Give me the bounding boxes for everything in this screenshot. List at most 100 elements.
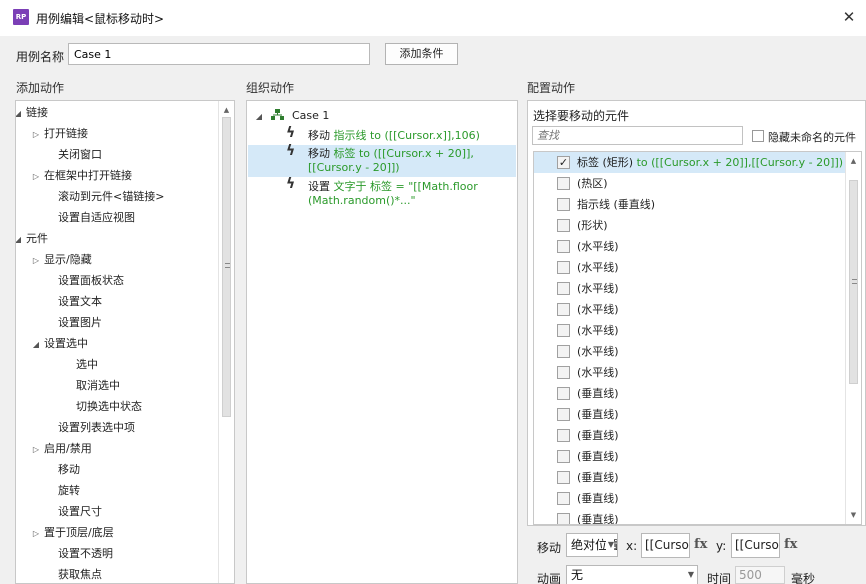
widget-list: ✓ 标签 (矩形) to ([[Cursor.x + 20]],[[Cursor.… xyxy=(533,151,862,525)
widget-checkbox[interactable] xyxy=(557,219,570,232)
hide-unnamed-checkbox[interactable] xyxy=(752,130,764,142)
expand-triangle-icon[interactable]: ▷ xyxy=(28,250,44,271)
tree-item[interactable]: ▷ 打开链接 xyxy=(28,123,88,144)
tree-item[interactable]: 设置不透明 xyxy=(58,543,113,564)
widget-checkbox[interactable] xyxy=(557,177,570,190)
widget-row[interactable]: (垂直线) xyxy=(534,425,845,446)
widget-checkbox[interactable] xyxy=(557,303,570,316)
widget-label: (垂直线) xyxy=(577,492,619,505)
scroll-up-icon[interactable]: ▲ xyxy=(846,154,861,168)
scrollbar-thumb[interactable] xyxy=(222,117,231,417)
move-mode-dropdown[interactable]: 绝对位置 ▼ xyxy=(566,533,618,557)
widget-checkbox[interactable] xyxy=(557,429,570,442)
tree-item[interactable]: ◢ 设置选中 xyxy=(28,333,88,354)
tree-item[interactable]: 切换选中状态 xyxy=(76,396,142,417)
action-item[interactable]: ϟ 设置 文字于 标签 = "[[Math.floor (Math.random(… xyxy=(248,177,516,210)
widget-row[interactable]: (垂直线) xyxy=(534,467,845,488)
widget-row[interactable]: (水平线) xyxy=(534,341,845,362)
widget-label: (水平线) xyxy=(577,303,619,316)
widget-row[interactable]: (水平线) xyxy=(534,362,845,383)
tree-item[interactable]: 设置图片 xyxy=(58,312,102,333)
axure-app-icon: RP xyxy=(13,9,29,25)
case-name-input[interactable] xyxy=(68,43,370,65)
tree-item-label: 设置选中 xyxy=(44,337,88,350)
widget-checkbox[interactable] xyxy=(557,450,570,463)
widget-checkbox[interactable] xyxy=(557,261,570,274)
tree-item[interactable]: 设置尺寸 xyxy=(58,501,102,522)
action-item[interactable]: ϟ 移动 指示线 to ([[Cursor.x]],106) xyxy=(248,126,516,143)
widget-row[interactable]: (垂直线) xyxy=(534,488,845,509)
expand-triangle-icon[interactable]: ▷ xyxy=(28,523,44,544)
widget-row[interactable]: 指示线 (垂直线) xyxy=(534,194,845,215)
widget-checkbox[interactable] xyxy=(557,345,570,358)
tree-item[interactable]: 关闭窗口 xyxy=(58,144,102,165)
tree-item[interactable]: 取消选中 xyxy=(76,375,120,396)
time-input[interactable]: 500 xyxy=(735,566,785,584)
widget-row[interactable]: (垂直线) xyxy=(534,446,845,467)
y-fx-button[interactable]: fx xyxy=(784,537,797,552)
tree-item[interactable]: 选中 xyxy=(76,354,98,375)
action-detail: 标签 to ([[Cursor.x + 20]],[[Cursor.y - 20… xyxy=(308,147,474,174)
tree-item[interactable]: ▷ 启用/禁用 xyxy=(28,438,92,459)
widget-checkbox[interactable] xyxy=(557,282,570,295)
widget-list-scrollbar[interactable]: ▲ ▼ xyxy=(845,152,861,524)
add-condition-button[interactable]: 添加条件 xyxy=(385,43,458,65)
tree-item[interactable]: ▷ 在框架中打开链接 xyxy=(28,165,132,186)
widget-row[interactable]: (水平线) xyxy=(534,257,845,278)
widget-checkbox[interactable] xyxy=(557,366,570,379)
scrollbar-thumb[interactable] xyxy=(849,180,858,384)
collapse-triangle-icon[interactable]: ◢ xyxy=(16,103,26,124)
collapse-triangle-icon[interactable]: ◢ xyxy=(251,108,267,126)
tree-item[interactable]: 获取焦点 xyxy=(58,564,102,583)
widget-checkbox[interactable] xyxy=(557,492,570,505)
left-scrollbar[interactable]: ▲ xyxy=(218,101,234,583)
scroll-up-icon[interactable]: ▲ xyxy=(219,103,234,117)
widget-row[interactable]: (热区) xyxy=(534,173,845,194)
tree-item[interactable]: ▷ 置于顶层/底层 xyxy=(28,522,114,543)
expand-triangle-icon[interactable]: ▷ xyxy=(28,439,44,460)
widget-row[interactable]: (垂直线) xyxy=(534,404,845,425)
widget-checkbox[interactable] xyxy=(557,198,570,211)
tree-item[interactable]: 旋转 xyxy=(58,480,80,501)
widget-checkbox[interactable] xyxy=(557,513,570,524)
close-icon[interactable]: ✕ xyxy=(836,4,862,30)
tree-item[interactable]: 移动 xyxy=(58,459,80,480)
y-input[interactable]: [[Cursor.y - 20]] xyxy=(731,533,780,558)
widget-row[interactable]: (垂直线) xyxy=(534,383,845,404)
widget-row[interactable]: (水平线) xyxy=(534,299,845,320)
widget-row[interactable]: (形状) xyxy=(534,215,845,236)
tree-item-label: 旋转 xyxy=(58,484,80,497)
widget-checkbox[interactable] xyxy=(557,387,570,400)
widget-checkbox[interactable] xyxy=(557,240,570,253)
widget-row[interactable]: (水平线) xyxy=(534,320,845,341)
expand-triangle-icon[interactable]: ▷ xyxy=(28,166,44,187)
x-input[interactable]: [[Cursor.x + 20]] xyxy=(641,533,690,558)
widget-row[interactable]: ✓ 标签 (矩形) to ([[Cursor.x + 20]],[[Cursor.… xyxy=(534,152,845,173)
tree-item[interactable]: 设置文本 xyxy=(58,291,102,312)
tree-item[interactable]: ▷ 显示/隐藏 xyxy=(28,249,92,270)
tree-item[interactable]: 设置面板状态 xyxy=(58,270,124,291)
expand-triangle-icon[interactable]: ▷ xyxy=(28,124,44,145)
animate-dropdown[interactable]: 无 ▼ xyxy=(566,565,698,584)
widget-checkbox[interactable] xyxy=(557,408,570,421)
widget-row[interactable]: (水平线) xyxy=(534,278,845,299)
collapse-triangle-icon[interactable]: ◢ xyxy=(16,229,26,250)
widget-row[interactable]: (水平线) xyxy=(534,236,845,257)
widget-checkbox[interactable] xyxy=(557,471,570,484)
search-input[interactable] xyxy=(532,126,743,145)
action-item[interactable]: ϟ 移动 标签 to ([[Cursor.x + 20]],[[Cursor.y … xyxy=(248,144,516,177)
tree-item[interactable]: 滚动到元件<锚链接> xyxy=(58,186,164,207)
tree-item[interactable]: 设置自适应视图 xyxy=(58,207,135,228)
time-label: 时间 xyxy=(707,572,732,584)
collapse-triangle-icon[interactable]: ◢ xyxy=(28,334,44,355)
tree-item[interactable]: ◢ 链接 xyxy=(16,102,48,124)
tree-item[interactable]: 设置列表选中项 xyxy=(58,417,135,438)
case-node[interactable]: ◢ Case 1 xyxy=(251,107,329,125)
tree-item-label: 在框架中打开链接 xyxy=(44,169,132,182)
scroll-down-icon[interactable]: ▼ xyxy=(846,508,861,522)
x-fx-button[interactable]: fx xyxy=(694,537,707,552)
widget-checkbox[interactable] xyxy=(557,324,570,337)
widget-row[interactable]: (垂直线) xyxy=(534,509,845,524)
tree-item[interactable]: ◢ 元件 xyxy=(16,228,48,250)
widget-checkbox[interactable]: ✓ xyxy=(557,156,570,169)
